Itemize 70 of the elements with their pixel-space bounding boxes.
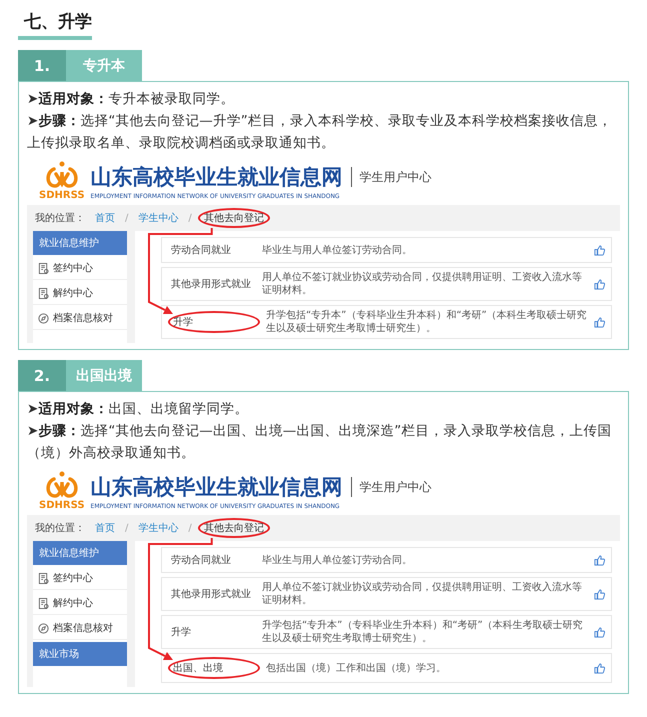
sidebar-header[interactable]: 就业信息维护 (33, 541, 127, 565)
breadcrumb-label: 我的位置： (35, 522, 85, 535)
document-icon (38, 572, 49, 584)
option-label: 其他录用形式就业 (170, 588, 252, 602)
option-description: 用人单位不签订就业协议或劳动合同，仅提供聘用证明、工资收入流水等证明材料。 (262, 581, 583, 607)
option-row[interactable]: 其他录用形式就业 用人单位不签订就业协议或劳动合同，仅提供聘用证明、工资收入流水等证明材料。 (161, 577, 612, 611)
sidebar-item-label: 解约中心 (53, 286, 93, 300)
compass-icon (38, 622, 49, 634)
paragraph: ➤步骤：选择“其他去向登记—升学”栏目，录入本科学校、录取专业及本科学校档案接收信息，上传拟录取名单、录取院校调档函或录取通知书。 (27, 112, 613, 153)
thumbs-up-icon (594, 662, 605, 674)
thumbs-up-icon (594, 278, 605, 290)
breadcrumb-link[interactable]: 学生中心 (134, 210, 182, 226)
paragraph: ➤步骤：选择“其他去向登记—出国、出境—出国、出境深造”栏目，录入录取学校信息，上传国（境）外高校录取通知书。 (27, 422, 612, 463)
thumbs-up-icon (594, 316, 605, 328)
option-row[interactable]: 出国、出境 包括出国（境）工作和出国（境）学习。 (161, 653, 612, 683)
sidebar-header[interactable]: 就业信息维护 (33, 231, 127, 255)
logo-text: SDHRSS (39, 500, 85, 511)
breadcrumb-separator: / (125, 522, 128, 534)
option-row[interactable]: 劳动合同就业 毕业生与用人单位签订劳动合同。 (161, 547, 612, 573)
option-description: 毕业生与用人单位签订劳动合同。 (262, 554, 413, 566)
sidebar-item-label: 档案信息核对 (53, 312, 113, 325)
option-description: 升学包括“专升本”（专科毕业生升本科）和“考研”（本科生考取硕士研究生以及硕士研究生考取博士研究生）。 (262, 619, 584, 645)
option-description: 毕业生与用人单位签订劳动合同。 (262, 244, 413, 256)
sidebar-item-label: 档案信息核对 (53, 622, 113, 635)
thumbs-up-icon (594, 554, 605, 566)
option-row[interactable]: 升学 升学包括“专升本”（专科毕业生升本科）和“考研”（本科生考取硕士研究生以及硕士研究生考取博士研究生）。 (161, 305, 612, 339)
sidebar-item-label: 签约中心 (53, 572, 93, 585)
document-icon (38, 598, 49, 608)
thumbs-up-icon (594, 588, 605, 600)
logo-text: SDHRSS (39, 190, 85, 201)
breadcrumb-link[interactable]: 其他去向登记 (198, 208, 270, 228)
paragraph: ➤适用对象：专升本被录取同学。 (27, 90, 236, 109)
option-description: 用人单位不签订就业协议或劳动合同，仅提供聘用证明、工资收入流水等证明材料。 (262, 271, 583, 297)
option-label: 其他录用形式就业 (170, 278, 252, 292)
option-label: 升学 (170, 626, 192, 640)
option-row[interactable]: 劳动合同就业 毕业生与用人单位签订劳动合同。 (161, 237, 612, 263)
site-title: 山东高校毕业生就业信息网 (90, 473, 343, 501)
option-row[interactable]: 升学 升学包括“专升本”（专科毕业生升本科）和“考研”（本科生考取硕士研究生以及硕士研究生考取博士研究生）。 (161, 615, 612, 649)
document-icon (38, 288, 49, 298)
site-title: 山东高校毕业生就业信息网 (90, 163, 343, 191)
option-description: 包括出国（境）工作和出国（境）学习。 (266, 662, 447, 674)
paragraph: ➤适用对象：出国、出境留学同学。 (27, 400, 250, 419)
sidebar-item-label: 解约中心 (53, 596, 93, 610)
section-heading: 七、升学 (22, 11, 93, 33)
breadcrumb-link[interactable]: 首页 (91, 520, 119, 536)
site-subtitle: 学生用户中心 (360, 478, 432, 496)
option-label: 劳动合同就业 (170, 244, 232, 258)
document-icon (38, 262, 49, 274)
sidebar-header[interactable]: 就业市场 (33, 642, 127, 666)
section-title: 专升本 (66, 50, 142, 81)
breadcrumb-separator: / (188, 522, 192, 534)
breadcrumb-label: 我的位置： (35, 212, 85, 225)
sidebar-item-label: 签约中心 (53, 262, 93, 275)
thumbs-up-icon (594, 626, 605, 638)
breadcrumb-separator: / (125, 212, 128, 224)
breadcrumb-separator: / (188, 212, 192, 224)
breadcrumb-link[interactable]: 学生中心 (134, 520, 182, 536)
breadcrumb-link[interactable]: 其他去向登记 (198, 518, 270, 538)
thumbs-up-icon (594, 244, 605, 256)
option-label: 出国、出境 (168, 657, 260, 679)
breadcrumb-link[interactable]: 首页 (91, 210, 119, 226)
option-label: 升学 (168, 311, 260, 333)
option-row[interactable]: 其他录用形式就业 用人单位不签订就业协议或劳动合同，仅提供聘用证明、工资收入流水等证明材料。 (161, 267, 612, 301)
section-title: 出国出境 (66, 360, 142, 391)
section-number: 1. (18, 50, 66, 81)
section-number: 2. (18, 360, 66, 391)
option-description: 升学包括“专升本”（专科毕业生升本科）和“考研”（本科生考取硕士研究生以及硕士研究生考取博士研究生）。 (266, 309, 588, 335)
compass-icon (38, 312, 49, 324)
site-subtitle: 学生用户中心 (360, 168, 432, 186)
option-label: 劳动合同就业 (170, 554, 232, 568)
